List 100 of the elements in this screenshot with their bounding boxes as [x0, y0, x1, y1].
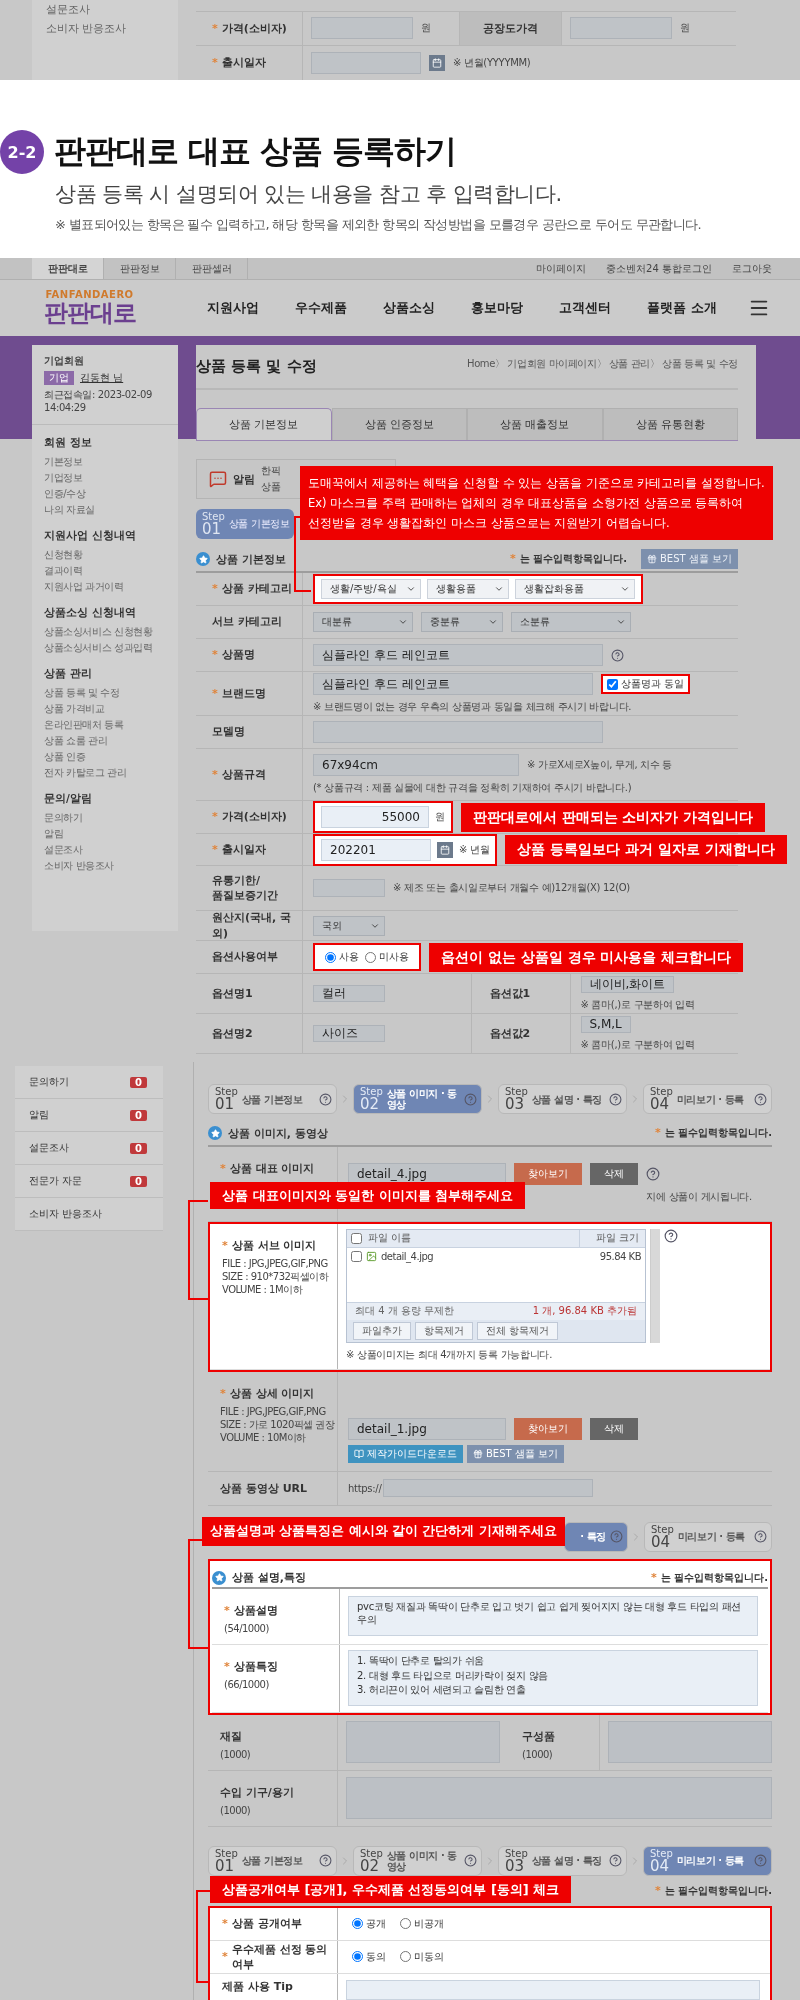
site-tab[interactable]: 판판정보: [104, 258, 176, 279]
browse-button[interactable]: 찾아보기: [514, 1417, 582, 1440]
sidebar-item[interactable]: 소비자 반응조사: [15, 1198, 163, 1231]
top-link[interactable]: 마이페이지: [536, 261, 587, 276]
nav-link[interactable]: 고객센터: [559, 299, 611, 317]
calendar-icon[interactable]: [429, 54, 445, 71]
category-select[interactable]: 중분류: [421, 612, 503, 632]
sidebar-item[interactable]: 알림 0: [15, 1099, 163, 1132]
sidebar-link[interactable]: 소비자 반응조사: [46, 21, 164, 36]
step-tab[interactable]: Step 04 미리보기 · 등록: [643, 1084, 772, 1114]
text-field[interactable]: 컬러: [313, 985, 385, 1002]
sidebar-link[interactable]: 온라인판매처 등록: [44, 717, 166, 733]
sidebar-item[interactable]: 전문가 자문 0: [15, 1165, 163, 1198]
text-area[interactable]: pvc코팅 재질과 똑딱이 단추로 입고 벗기 쉽고 쉽게 찢어지지 않는 대형 후드 타입의 패션 우의: [348, 1596, 758, 1637]
select-all-checkbox[interactable]: [351, 1232, 362, 1244]
step-tab[interactable]: Step 03 상품 설명 · 특징: [498, 1846, 627, 1876]
text-field[interactable]: S,M,L: [580, 1015, 631, 1033]
radio-button[interactable]: [352, 1918, 363, 1930]
sidebar-link[interactable]: 지원사업 과거이력: [44, 579, 166, 595]
text-area[interactable]: 1. 똑딱이 단추로 탈의가 쉬움 2. 대형 후드 타입으로 머리카락이 젖지 않음 3. 허리끈이 있어 세련되고 슬림한 연출: [348, 1650, 758, 1707]
step-tab[interactable]: Step 04 미리보기 · 등록: [644, 1521, 772, 1552]
sidebar-item[interactable]: 문의하기 0: [15, 1066, 163, 1099]
file-field[interactable]: detail_1.jpg: [348, 1417, 506, 1440]
text-field[interactable]: 사이즈: [313, 1025, 385, 1042]
sidebar-link[interactable]: 결과이력: [44, 563, 166, 579]
price-field[interactable]: [311, 17, 413, 40]
step-tab[interactable]: Step 03 상품 설명 · 특징: [498, 1084, 627, 1114]
text-field[interactable]: 67x94cm: [313, 754, 519, 776]
browse-button[interactable]: 찾아보기: [514, 1163, 582, 1186]
nav-link[interactable]: 플랫폼 소개: [647, 299, 717, 317]
date-field[interactable]: 202201: [321, 838, 431, 861]
delete-button[interactable]: 삭제: [590, 1417, 638, 1440]
help-icon[interactable]: [609, 1092, 622, 1106]
text-field[interactable]: [313, 721, 603, 743]
step-tab[interactable]: Step 01 상품 기본정보: [208, 1084, 337, 1114]
sidebar-link[interactable]: 상품 가격비교: [44, 701, 166, 717]
text-field[interactable]: 네이비,화이트: [580, 975, 675, 993]
form-tab[interactable]: 상품 인증정보: [331, 408, 467, 440]
radio-button[interactable]: [325, 951, 336, 963]
radio-button[interactable]: [400, 1918, 411, 1930]
date-field[interactable]: [311, 51, 421, 74]
delete-button[interactable]: 삭제: [590, 1163, 638, 1186]
radio-button[interactable]: [400, 1951, 411, 1963]
help-icon[interactable]: [464, 1854, 477, 1868]
uploader-button[interactable]: 항목제거: [415, 1321, 473, 1340]
step-tab[interactable]: Step 01 상품 기본정보: [208, 1846, 337, 1876]
sidebar-link[interactable]: 상품 인증: [44, 749, 166, 765]
price-field[interactable]: [569, 17, 672, 40]
sidebar-link[interactable]: 상품 쇼룸 관리: [44, 733, 166, 749]
help-icon[interactable]: [754, 1530, 767, 1544]
nav-link[interactable]: 지원사업: [207, 299, 259, 317]
sidebar-link[interactable]: 알림: [44, 826, 166, 842]
site-tab[interactable]: 판판셀러: [176, 258, 248, 279]
help-icon[interactable]: [611, 648, 624, 662]
top-link[interactable]: 로그아웃: [732, 261, 772, 276]
help-icon[interactable]: [319, 1092, 332, 1106]
sidebar-link[interactable]: 나의 자료실: [44, 502, 166, 518]
member-name[interactable]: 김동현 님: [80, 371, 124, 385]
sidebar-link[interactable]: 기업정보: [44, 470, 166, 486]
price-field[interactable]: 55000: [321, 806, 429, 828]
site-tab[interactable]: 판판대로: [32, 258, 104, 279]
top-link[interactable]: 중소벤처24 통합로그인: [606, 261, 712, 276]
sidebar-link[interactable]: 상품 등록 및 수정: [44, 685, 166, 701]
help-icon[interactable]: [664, 1228, 678, 1243]
uploader-button[interactable]: 전체 항목제거: [477, 1321, 559, 1340]
step-tab[interactable]: · 특징: [564, 1521, 628, 1552]
step-tab[interactable]: Step 04 미리보기 · 등록: [643, 1846, 772, 1876]
sidebar-link[interactable]: 기본정보: [44, 454, 166, 470]
scrollbar[interactable]: [650, 1228, 660, 1343]
category-select[interactable]: 대분류: [313, 612, 413, 632]
sidebar-item[interactable]: 설문조사 0: [15, 1132, 163, 1165]
nav-link[interactable]: 홍보마당: [471, 299, 523, 317]
sidebar-link[interactable]: 설문조사: [44, 842, 166, 858]
help-icon[interactable]: [754, 1092, 767, 1106]
sidebar-link[interactable]: 설문조사: [46, 2, 164, 17]
sidebar-link[interactable]: 인증/수상: [44, 486, 166, 502]
category-select[interactable]: 소분류: [511, 612, 631, 632]
site-logo[interactable]: FANFANDAERO 판판대로: [32, 289, 147, 327]
form-tab[interactable]: 상품 기본정보: [196, 408, 332, 440]
origin-select[interactable]: 국외: [313, 915, 385, 936]
sidebar-link[interactable]: 상품소싱서비스 성과입력: [44, 640, 166, 656]
form-tab[interactable]: 상품 유통현황: [602, 408, 738, 440]
help-icon[interactable]: [319, 1854, 332, 1868]
uploader-button[interactable]: 파일추가: [353, 1321, 411, 1340]
radio-button[interactable]: [365, 951, 376, 963]
nav-link[interactable]: 상품소싱: [383, 299, 435, 317]
url-field[interactable]: [383, 1479, 594, 1498]
form-tab[interactable]: 상품 매출정보: [467, 408, 603, 440]
sidebar-link[interactable]: 문의하기: [44, 810, 166, 826]
text-field[interactable]: [313, 879, 385, 897]
text-field[interactable]: 심플라인 후드 레인코트: [313, 644, 603, 666]
help-icon[interactable]: [609, 1854, 622, 1868]
radio-button[interactable]: [352, 1951, 363, 1963]
sidebar-link[interactable]: 전자 카탈로그 관리: [44, 765, 166, 781]
text-field[interactable]: 심플라인 후드 레인코트: [313, 673, 593, 695]
file-uploader[interactable]: 파일 이름 파일 크기 detail_4.jpg 95.84 KB 최대 4 개 용량 무제한 1 개, 96.84 KB 추가됨 파일추가 항목제거 전체 항목제거: [346, 1228, 646, 1343]
checkbox[interactable]: [607, 678, 618, 690]
sidebar-link[interactable]: 상품소싱서비스 신청현황: [44, 624, 166, 640]
calendar-icon[interactable]: [437, 841, 453, 858]
category-select[interactable]: 생활/주방/욕실: [321, 579, 421, 599]
